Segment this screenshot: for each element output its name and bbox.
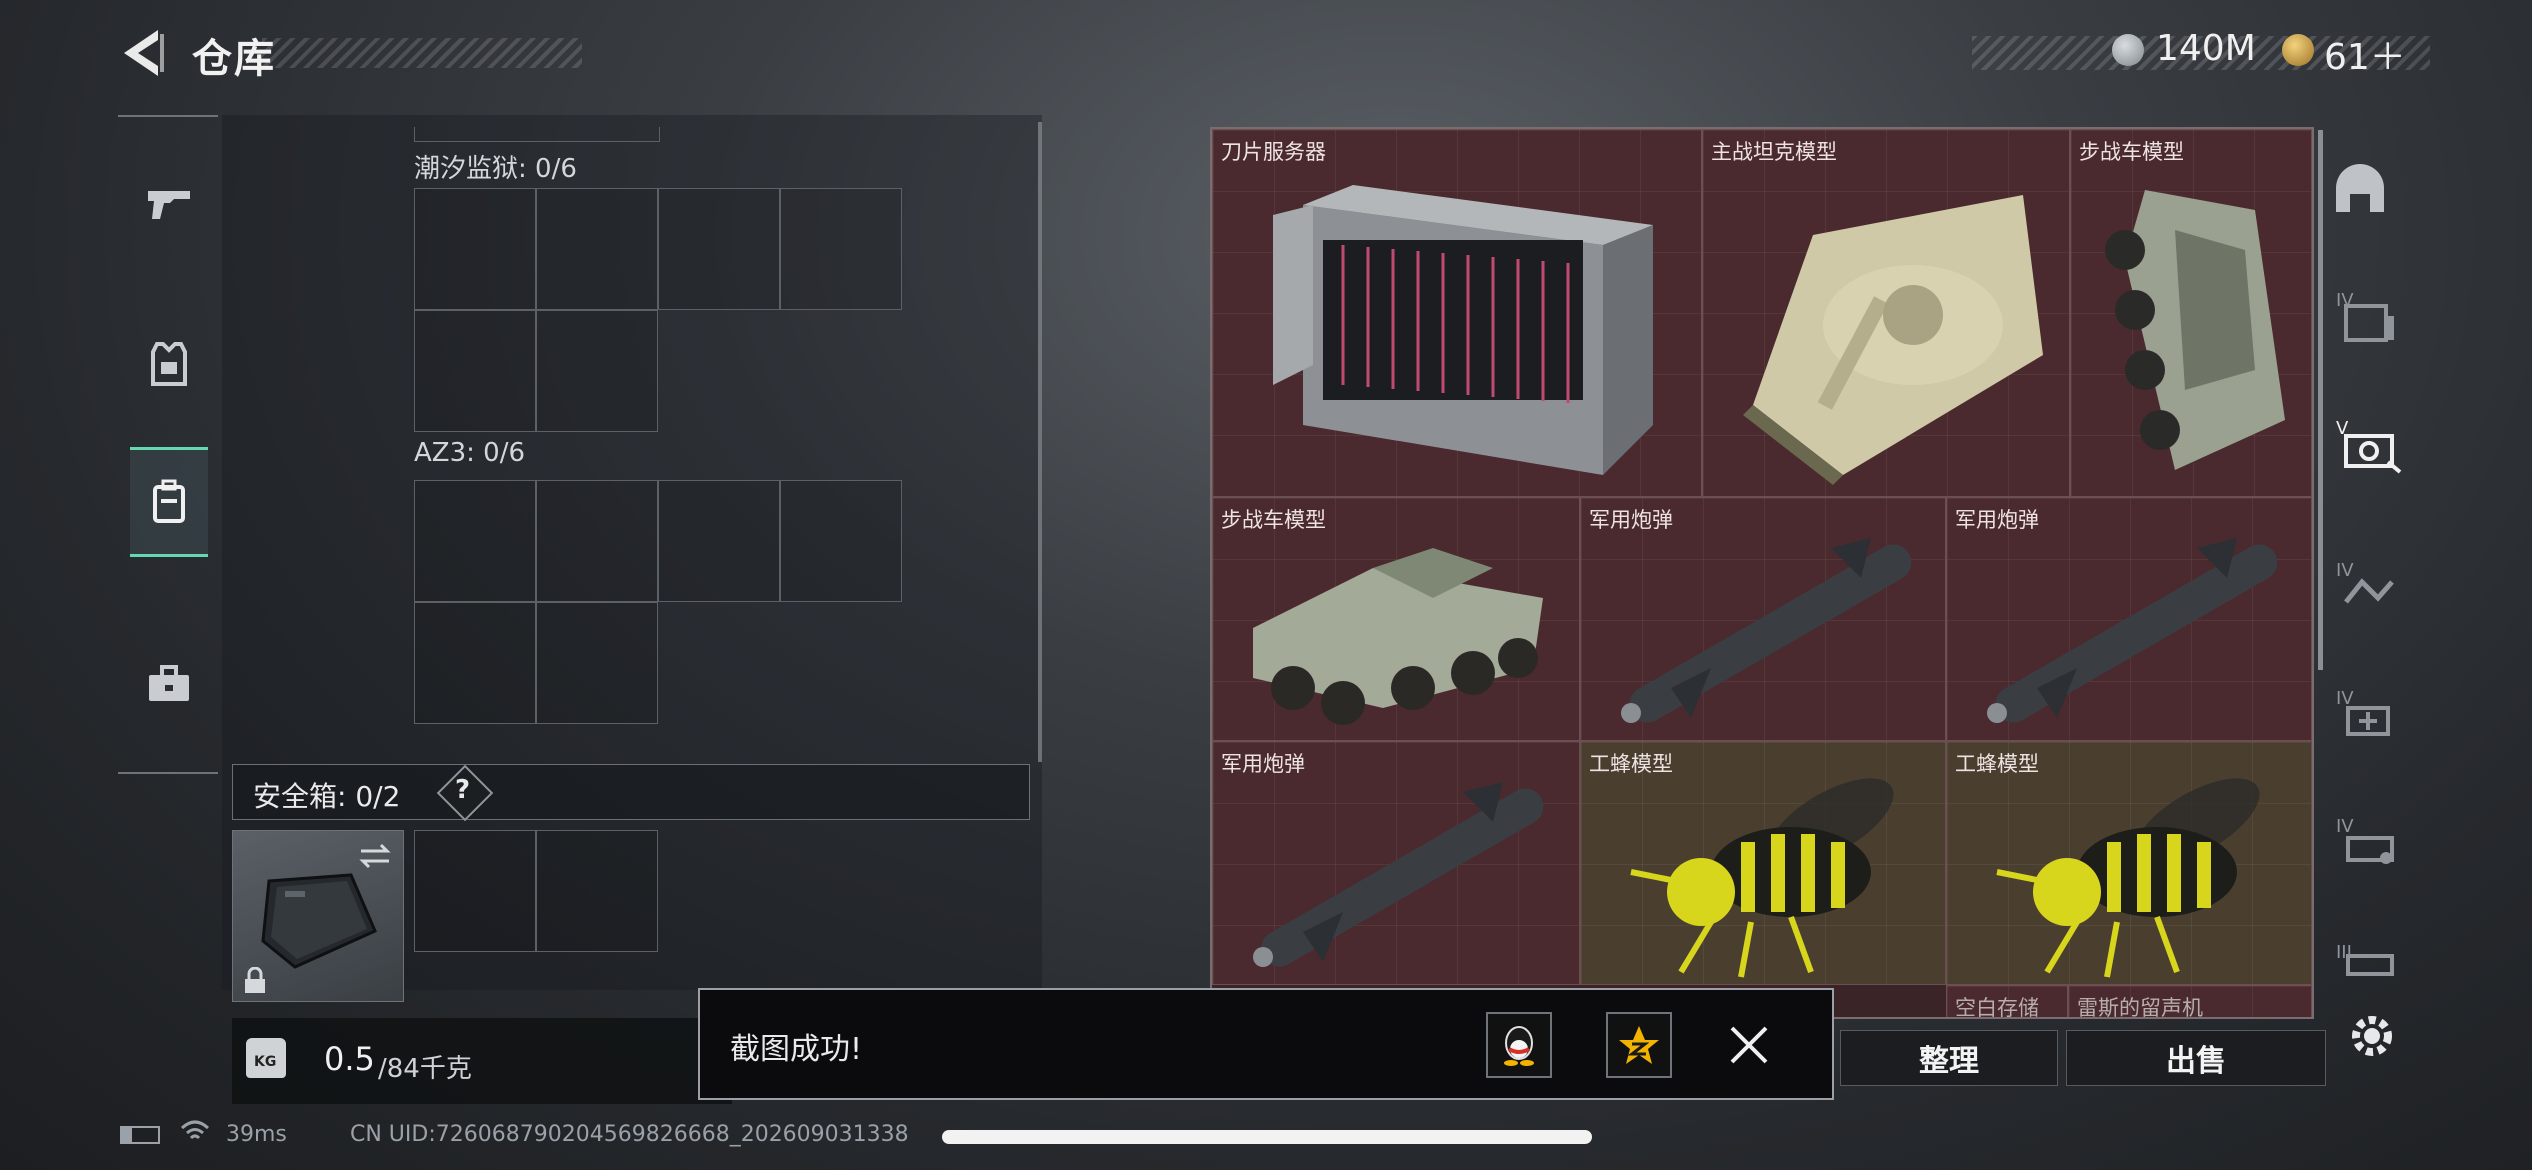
settings-button[interactable] <box>2344 1008 2400 1064</box>
ifv-image <box>1253 548 1543 725</box>
slot[interactable] <box>780 480 902 602</box>
item-worker-bee-model-1[interactable]: 工蜂模型 <box>1580 741 1946 985</box>
briefcase-icon <box>149 665 189 701</box>
nav-case[interactable] <box>130 632 208 736</box>
slot[interactable] <box>658 480 780 602</box>
slot[interactable] <box>536 830 658 952</box>
close-icon <box>1730 1026 1768 1064</box>
item-rhys-gramophone[interactable]: 雷斯的留声机 <box>2068 985 2312 1017</box>
ammo-icon <box>2346 836 2394 864</box>
wifi-icon <box>180 1120 210 1140</box>
weight-max: /84千克 <box>378 1054 472 1084</box>
missile-icon <box>1253 782 1544 967</box>
slot[interactable] <box>536 188 658 310</box>
swap-icon[interactable] <box>357 841 393 871</box>
lock-icon <box>245 967 265 993</box>
gold-coin-icon <box>2282 34 2314 66</box>
bunker-icon <box>2336 164 2384 212</box>
page-title: 仓库 <box>192 36 276 82</box>
safebox-slot[interactable] <box>232 830 404 1002</box>
weight-bar: KG 0.5 /84千克 <box>232 1018 732 1104</box>
left-scrollbar[interactable] <box>1038 122 1042 762</box>
toast-message: 截图成功! <box>730 1032 863 1067</box>
qq-penguin-icon <box>1504 1026 1534 1066</box>
sell-button[interactable]: 出售 <box>2066 1030 2326 1086</box>
currency-gold[interactable]: 61＋ <box>2324 28 2406 80</box>
filter-all[interactable] <box>2330 160 2410 240</box>
bee-image <box>1630 778 1894 978</box>
slot[interactable] <box>414 480 536 602</box>
toast-close-button[interactable] <box>1724 1020 1774 1070</box>
item-ifv-model-2[interactable]: 步战车模型 <box>1212 497 1580 741</box>
bee-image <box>1996 778 2260 978</box>
filter-tier-v-active[interactable]: V <box>2336 414 2412 484</box>
screenshot-toast: 截图成功! <box>698 988 1834 1100</box>
slot[interactable] <box>414 310 536 432</box>
slot[interactable] <box>414 188 536 310</box>
tools-icon <box>2344 578 2394 604</box>
back-button[interactable] <box>118 26 166 80</box>
filter-tier-iv-4[interactable]: IV <box>2336 812 2406 882</box>
uid-text: CN UID:726068790204569826668_20260903133… <box>350 1122 909 1147</box>
weight-icon: KG <box>246 1038 286 1078</box>
gear-icon <box>2352 1016 2392 1056</box>
share-qq-button[interactable] <box>1486 1012 1552 1078</box>
item-artillery-shell-1[interactable]: 军用炮弹 <box>1580 497 1946 741</box>
vest-icon <box>151 342 187 386</box>
collectibles-icon <box>2344 434 2402 474</box>
backpack-icon <box>153 479 185 523</box>
item-blank-storage[interactable]: 空白存储 <box>1946 985 2068 1017</box>
tank-image <box>1743 195 2043 485</box>
slot[interactable] <box>536 480 658 602</box>
ping-value: 39ms <box>226 1122 287 1147</box>
currency-silver: 140M <box>2156 28 2256 69</box>
medical-icon <box>2346 706 2390 736</box>
filter-tier-iv-2[interactable]: IV <box>2336 556 2406 626</box>
sort-button[interactable]: 整理 <box>1840 1030 2058 1086</box>
back-arrow-icon <box>124 30 164 76</box>
item-artillery-shell-2[interactable]: 军用炮弹 <box>1946 497 2312 741</box>
slot[interactable] <box>414 602 536 724</box>
item-ifv-model-1[interactable]: 步战车模型 <box>2070 129 2312 497</box>
ifv-vertical-image <box>2105 190 2285 470</box>
filter-tier-iv-1[interactable]: IV <box>2336 286 2406 356</box>
filter-tier-iv-3[interactable]: IV <box>2336 684 2406 754</box>
slot[interactable] <box>658 188 780 310</box>
misc-icon <box>2346 954 2394 976</box>
item-worker-bee-model-2[interactable]: 工蜂模型 <box>1946 741 2312 985</box>
slot[interactable] <box>414 830 536 952</box>
weight-value: 0.5 <box>324 1040 375 1078</box>
container-label-tidal-prison: 潮汐监狱: 0/6 <box>414 154 577 184</box>
slot[interactable] <box>536 310 658 432</box>
qzone-star-icon <box>1619 1026 1659 1064</box>
nav-backpack[interactable] <box>130 447 208 557</box>
container-label-az3: AZ3: 0/6 <box>414 438 526 468</box>
slot[interactable] <box>536 602 658 724</box>
slot[interactable] <box>780 188 902 310</box>
missile-icon <box>1987 538 2278 723</box>
home-indicator[interactable] <box>942 1130 1592 1144</box>
safe-case-icon <box>261 873 377 969</box>
item-mbt-model[interactable]: 主战坦克模型 <box>1702 129 2070 497</box>
electronics-icon <box>2344 304 2394 342</box>
nav-armor[interactable] <box>130 312 208 416</box>
blade-server-image <box>1273 185 1653 475</box>
nav-weapons[interactable] <box>130 152 208 256</box>
share-qzone-button[interactable] <box>1606 1012 1672 1078</box>
title-decoration <box>262 38 582 68</box>
silver-coin-icon <box>2112 34 2144 66</box>
stash-grid: 刀片服务器 主战坦克模型 步战车模型 步战车模型 军用炮弹 军用炮弹 军用炮弹 … <box>1210 127 2314 1019</box>
item-artillery-shell-3[interactable]: 军用炮弹 <box>1212 741 1580 985</box>
safebox-label: 安全箱: 0/2 <box>253 780 401 813</box>
previous-grid-bottom <box>414 127 660 142</box>
stash-scrollbar[interactable] <box>2318 130 2323 670</box>
missile-icon <box>1621 538 1912 723</box>
battery-icon <box>120 1126 160 1144</box>
help-icon: ? <box>455 775 471 805</box>
safebox-header: 安全箱: 0/2 ? <box>232 764 1030 822</box>
filter-tier-iii[interactable]: III <box>2336 940 2406 980</box>
pistol-icon <box>148 191 190 219</box>
item-blade-server[interactable]: 刀片服务器 <box>1212 129 1702 497</box>
